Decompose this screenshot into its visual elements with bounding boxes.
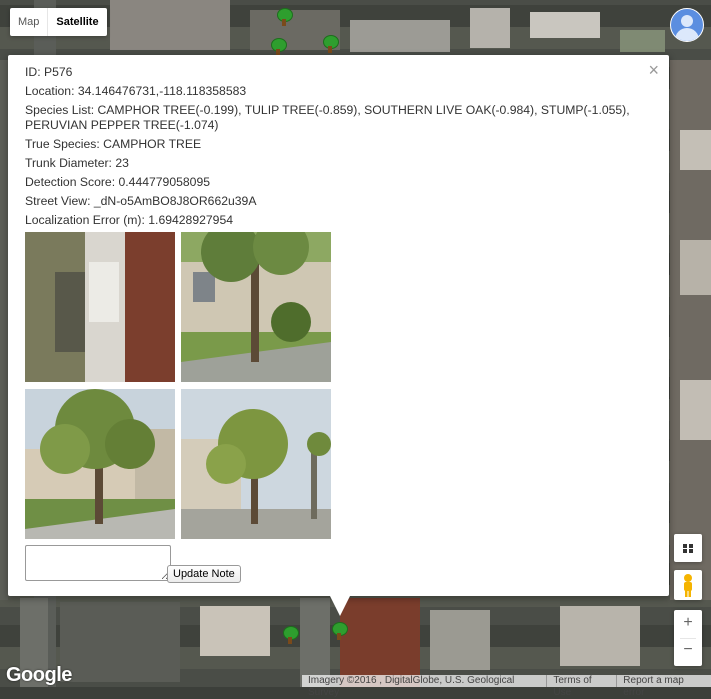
close-icon[interactable]: × xyxy=(648,61,659,79)
street-view-image-3 xyxy=(181,389,331,539)
imagery-attribution: Imagery ©2016 , DigitalGlobe, U.S. Geolo… xyxy=(308,675,515,698)
street-view-image-2 xyxy=(25,389,175,539)
field-location: Location: 34.146476731,-118.118358583 xyxy=(25,84,247,98)
layers-button[interactable] xyxy=(674,534,702,562)
layers-icon xyxy=(683,544,693,553)
info-content: ID: P576 Location: 34.146476731,-118.118… xyxy=(25,65,645,232)
zoom-divider xyxy=(680,638,696,639)
pegman-button[interactable] xyxy=(674,570,702,600)
field-street-view: Street View: _dN-o5AmBO8J8OR662u39A xyxy=(25,194,257,208)
google-logo: Google xyxy=(6,664,72,686)
street-view-image-aerial xyxy=(25,232,175,382)
zoom-control: + − xyxy=(674,610,702,666)
zoom-out-icon[interactable]: − xyxy=(674,641,702,659)
tree-marker-icon[interactable] xyxy=(282,626,299,644)
pegman-icon xyxy=(684,574,692,597)
field-detection-score: Detection Score: 0.444779058095 xyxy=(25,175,211,189)
note-textarea[interactable] xyxy=(25,545,171,581)
map-type-satellite-button[interactable]: Satellite xyxy=(48,8,106,36)
tree-marker-icon[interactable] xyxy=(270,38,287,56)
street-view-image-1 xyxy=(181,232,331,382)
update-note-button[interactable]: Update Note xyxy=(167,565,241,583)
field-trunk-diameter: Trunk Diameter: 23 xyxy=(25,156,129,170)
field-true-species: True Species: CAMPHOR TREE xyxy=(25,137,202,151)
report-map-error-link[interactable]: Report a map error xyxy=(617,675,711,698)
zoom-in-icon[interactable]: + xyxy=(674,614,702,632)
map-type-control: Map Satellite xyxy=(10,8,107,36)
map-type-map-button[interactable]: Map xyxy=(10,8,47,36)
tree-marker-icon[interactable] xyxy=(276,8,293,26)
field-localization-error: Localization Error (m): 1.69428927954 xyxy=(25,213,234,227)
account-avatar-icon[interactable] xyxy=(670,8,704,42)
attribution-bar: Imagery ©2016 , DigitalGlobe, U.S. Geolo… xyxy=(302,675,711,698)
info-window: × ID: P576 Location: 34.146476731,-118.1… xyxy=(8,55,669,596)
tree-marker-icon[interactable] xyxy=(322,35,339,53)
tree-marker-icon[interactable] xyxy=(331,622,348,640)
field-species-list: Species List: CAMPHOR TREE(-0.199), TULI… xyxy=(25,103,630,132)
terms-of-use-link[interactable]: Terms of Use xyxy=(547,675,616,698)
info-window-pointer xyxy=(330,596,350,616)
field-id: ID: P576 xyxy=(25,65,73,79)
